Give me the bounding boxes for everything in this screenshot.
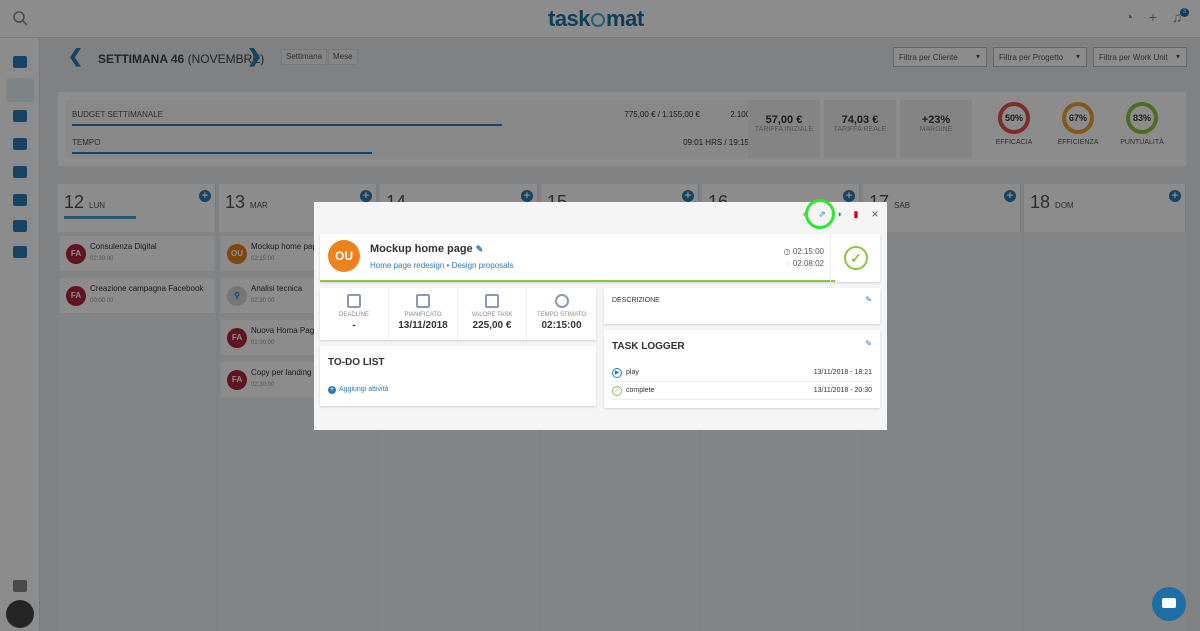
log-row: ▶ play 13/11/2018 - 18:21 <box>612 366 872 382</box>
task-summary-card: OU Mockup home page ✎ Home page redesign… <box>320 234 880 282</box>
avatar: OU <box>328 240 360 272</box>
edit-pencil-icon[interactable]: ✎ <box>476 244 484 254</box>
logger-title: TASK LOGGER <box>612 341 685 352</box>
todo-title: TO-DO LIST <box>328 357 385 368</box>
spent-time: ◌ 02:08:02 <box>785 259 824 268</box>
check-icon[interactable]: ✓ <box>844 246 868 270</box>
info-estimate: TEMPO STIMATO 02:15:00 <box>527 288 596 340</box>
play-icon: ▶ <box>612 368 622 378</box>
info-deadline: DEADLINE - <box>320 288 389 340</box>
category-link[interactable]: Design proposals <box>452 261 514 270</box>
close-icon[interactable]: × <box>870 208 880 220</box>
task-logger-card: TASK LOGGER ✎ ▶ play 13/11/2018 - 18:21 … <box>604 330 880 408</box>
info-value: VALORE TASK 225,00 € <box>458 288 527 340</box>
project-link[interactable]: Home page redesign <box>370 261 444 270</box>
edit-description-pencil-icon[interactable]: ✎ <box>865 295 872 304</box>
money-icon <box>485 294 499 308</box>
calendar-icon <box>416 294 430 308</box>
info-planned: PIANIFICATO 13/11/2018 <box>389 288 458 340</box>
task-breadcrumb: Home page redesign • Design proposals <box>370 261 514 270</box>
task-detail-modal: ◐ ⇗ ◑ ▮ × OU Mockup home page ✎ Home pag… <box>314 202 887 430</box>
task-name: Mockup home page ✎ <box>370 243 484 255</box>
stopwatch-icon <box>554 294 569 308</box>
chat-button[interactable] <box>1152 587 1186 621</box>
complete-task-area: ✓ <box>830 234 880 282</box>
task-progress-bar <box>320 280 836 282</box>
add-activity-button[interactable]: Aggiungi attività <box>328 386 388 394</box>
delete-icon[interactable]: ▮ <box>851 209 861 219</box>
toggle-icon[interactable]: ◑ <box>834 209 844 219</box>
todo-list-card: TO-DO LIST Aggiungi attività <box>320 346 596 406</box>
log-row: ✓ complete 13/11/2018 - 20:30 <box>612 384 872 400</box>
task-info-card: DEADLINE - PIANIFICATO 13/11/2018 VALORE T… <box>320 288 596 340</box>
modal-toolbar: ◐ ⇗ ◑ ▮ × <box>314 202 887 228</box>
description-card: DESCRIZIONE ✎ <box>604 288 880 324</box>
edit-logger-pencil-icon[interactable]: ✎ <box>865 339 872 348</box>
calendar-icon <box>347 294 361 308</box>
complete-check-icon: ✓ <box>612 386 622 396</box>
click-highlight-ring <box>805 199 835 229</box>
estimated-time: ◷ 02:15:00 <box>783 247 824 256</box>
description-title: DESCRIZIONE <box>612 297 660 304</box>
